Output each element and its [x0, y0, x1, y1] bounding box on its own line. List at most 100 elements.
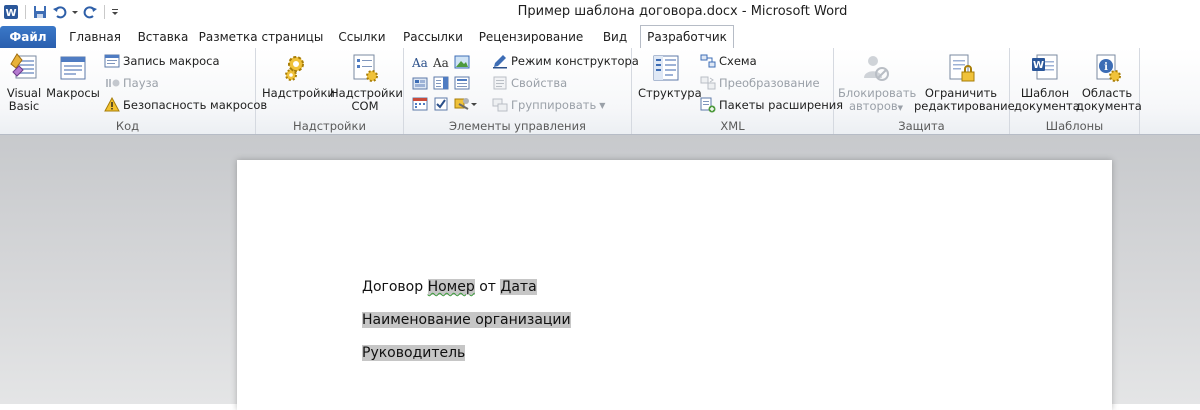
design-mode-label: Режим конструктора	[511, 54, 639, 68]
svg-text:i: i	[1104, 62, 1108, 73]
group-xml: Структура Схема Преобразование Пакеты ра…	[632, 48, 843, 134]
svg-text:W: W	[1033, 60, 1044, 71]
structure-button[interactable]: Структура	[638, 52, 702, 100]
transform-label: Преобразование	[719, 76, 820, 90]
group-controls: Aa Aa Режим конструктора Свойства Группи…	[404, 48, 639, 134]
combo-box-control-icon[interactable]	[433, 75, 449, 91]
title-bar: W Пример шаблона договора.docx - Microso…	[0, 0, 1200, 24]
schema-icon	[700, 54, 716, 68]
block-authors-button[interactable]: Блокировать авторов▼	[838, 52, 916, 115]
contract-text: Договор	[362, 279, 424, 295]
rich-text-control-icon[interactable]: Aa	[412, 54, 428, 70]
macros-label: Макросы	[46, 86, 100, 100]
document-panel-icon: i	[1096, 54, 1121, 82]
tab-references[interactable]: Ссылки	[334, 26, 390, 48]
pause-icon	[106, 79, 120, 87]
expansion-packs-icon	[700, 97, 716, 113]
block-authors-chevron-icon: ▼	[897, 104, 904, 112]
group-controls-label: Элементы управления	[449, 119, 586, 133]
design-mode-icon	[493, 55, 507, 69]
tab-mailings[interactable]: Рассылки	[400, 26, 466, 48]
director-field[interactable]: Руководитель	[362, 345, 466, 361]
visual-basic-label-2: Basic	[8, 99, 40, 113]
pause-label: Пауза	[123, 76, 159, 90]
svg-text:Aa: Aa	[433, 56, 449, 70]
group-label: Группировать	[511, 98, 597, 112]
block-authors-label-2: авторов	[848, 99, 898, 113]
group-icon	[492, 98, 508, 112]
addins-button[interactable]: Надстройки	[262, 52, 335, 100]
structure-icon	[653, 55, 679, 81]
macro-security-button[interactable]: Безопасность макросов	[104, 96, 267, 114]
svg-text:Aa: Aa	[412, 56, 428, 70]
visual-basic-icon	[10, 53, 37, 79]
com-addins-button[interactable]: Надстройки COM	[330, 52, 403, 113]
tab-view[interactable]: Вид	[594, 26, 636, 48]
restrict-editing-icon	[949, 54, 975, 82]
properties-label: Свойства	[511, 76, 568, 90]
ribbon-tabs: Файл Главная Вставка Разметка страницы С…	[0, 24, 1200, 49]
visual-basic-button[interactable]: Visual Basic	[2, 52, 46, 113]
restrict-editing-button[interactable]: Ограничить редактирование	[914, 52, 1015, 113]
restrict-editing-label-2: редактирование	[914, 99, 1015, 113]
document-panel-label-1: Область	[1081, 86, 1133, 100]
group-templates-label: Шаблоны	[1045, 119, 1104, 133]
picture-control-icon[interactable]	[454, 54, 470, 70]
tab-page-layout[interactable]: Разметка страницы	[198, 26, 324, 48]
document-template-label-1: Шаблон	[1020, 86, 1070, 100]
document-line-3[interactable]: Руководитель	[362, 345, 466, 361]
record-macro-icon	[104, 54, 120, 68]
date-picker-control-icon[interactable]	[412, 96, 428, 112]
tab-file[interactable]: Файл	[0, 26, 56, 48]
document-line-1[interactable]: Договор Номер от Дата	[362, 279, 537, 295]
tab-developer[interactable]: Разработчик	[640, 25, 734, 49]
document-line-2[interactable]: Наименование организации	[362, 312, 571, 328]
properties-button[interactable]: Свойства	[492, 74, 567, 92]
group-addins-label: Надстройки	[293, 119, 366, 133]
schema-button[interactable]: Схема	[700, 52, 757, 70]
macros-icon	[60, 56, 86, 80]
group-protect: Блокировать авторов▼ Ограничить редактир…	[834, 48, 1015, 134]
pause-button[interactable]: Пауза	[104, 74, 159, 92]
organization-name-field[interactable]: Наименование организации	[362, 312, 571, 328]
document-template-icon: W	[1032, 54, 1058, 80]
chevron-down-icon: ▼	[599, 100, 606, 110]
tab-insert[interactable]: Вставка	[134, 26, 192, 48]
structure-label: Структура	[638, 86, 702, 100]
document-panel-button[interactable]: i Область документа	[1076, 52, 1142, 113]
window-title: Пример шаблона договора.docx - Microsoft…	[517, 4, 848, 19]
transform-icon	[700, 76, 716, 90]
checkbox-control-icon[interactable]	[433, 96, 449, 112]
macros-button[interactable]: Макросы	[46, 52, 100, 100]
number-field[interactable]: Номер	[427, 279, 475, 295]
schema-label: Схема	[719, 54, 757, 68]
record-macro-label: Запись макроса	[123, 54, 220, 68]
com-addins-label-2: COM	[351, 99, 379, 113]
group-protect-label: Защита	[898, 119, 945, 133]
plain-text-control-icon[interactable]: Aa	[433, 54, 449, 70]
document-template-button[interactable]: W Шаблон документа	[1014, 52, 1080, 113]
gear-icon	[285, 56, 304, 81]
warning-icon	[104, 97, 120, 112]
drop-down-list-control-icon[interactable]	[454, 75, 470, 91]
legacy-tools-icon[interactable]	[454, 96, 470, 112]
tab-home[interactable]: Главная	[62, 26, 128, 48]
block-authors-icon	[864, 56, 889, 81]
date-field[interactable]: Дата	[500, 279, 537, 295]
legacy-tools-dropdown-icon[interactable]	[470, 96, 478, 112]
group-code: Visual Basic Макросы Запись макроса Пауз…	[0, 48, 267, 134]
group-templates: W Шаблон документа i Область документа Ш…	[1010, 48, 1142, 134]
expansion-packs-button[interactable]: Пакеты расширения	[700, 96, 843, 114]
expansion-packs-label: Пакеты расширения	[719, 98, 844, 112]
record-macro-button[interactable]: Запись макроса	[104, 52, 220, 70]
tab-review[interactable]: Рецензирование	[478, 26, 584, 48]
building-block-control-icon[interactable]	[412, 75, 428, 91]
group-code-label: Код	[115, 119, 140, 133]
design-mode-button[interactable]: Режим конструктора	[492, 52, 639, 70]
com-addins-label-1: Надстройки	[330, 86, 403, 100]
visual-basic-label-1: Visual	[6, 86, 42, 100]
addins-label: Надстройки	[262, 86, 335, 100]
group-addins: Надстройки Надстройки COM Надстройки	[256, 48, 404, 134]
transform-button[interactable]: Преобразование	[700, 74, 820, 92]
group-button[interactable]: Группировать ▼	[492, 96, 605, 114]
